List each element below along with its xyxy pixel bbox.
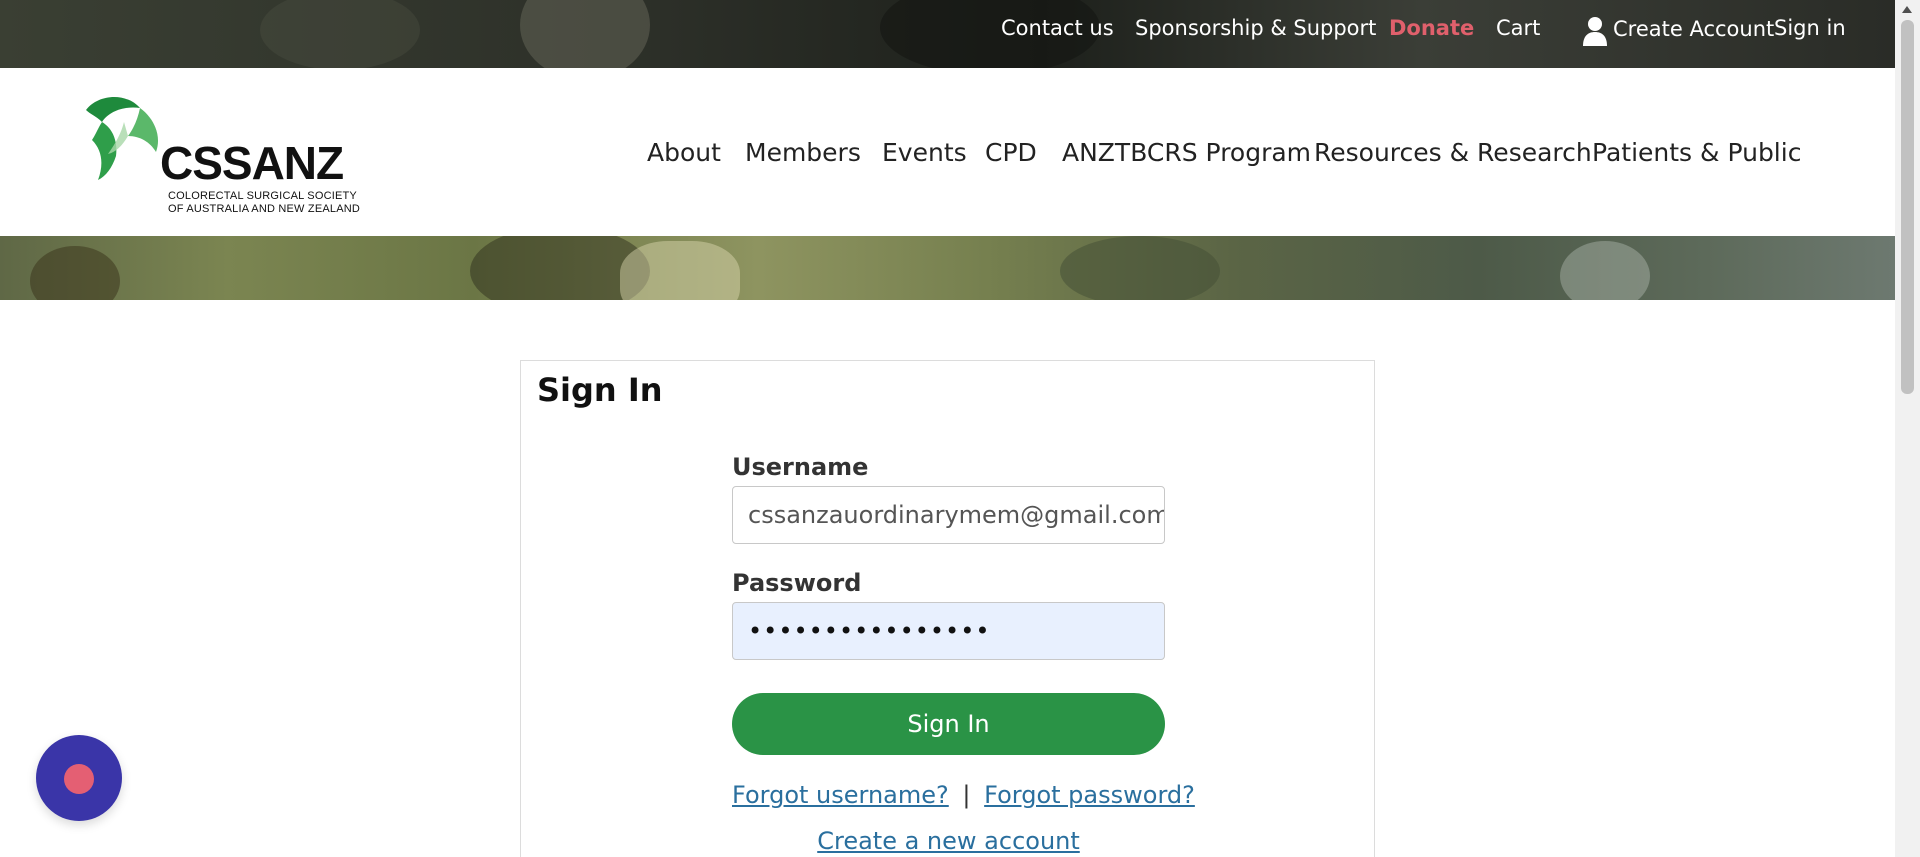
top-utility-bar: Contact us Sponsorship & Support Donate … xyxy=(0,0,1895,80)
nav-anztbcrs-program[interactable]: ANZTBCRS Program xyxy=(1062,138,1311,167)
chat-bubble-icon[interactable] xyxy=(36,735,122,821)
sign-in-button[interactable]: Sign In xyxy=(732,693,1165,755)
username-label: Username xyxy=(732,453,869,481)
nav-about[interactable]: About xyxy=(647,138,721,167)
nav-events[interactable]: Events xyxy=(882,138,967,167)
contact-us-link[interactable]: Contact us xyxy=(1001,16,1114,40)
cart-link[interactable]: Cart xyxy=(1496,16,1540,40)
links-separator: | xyxy=(962,781,971,809)
forgot-password-link[interactable]: Forgot password? xyxy=(984,781,1195,809)
password-label: Password xyxy=(732,569,862,597)
logo-mark-icon xyxy=(86,96,159,180)
sign-in-card: Sign In Username cssanzauordinarymem@gma… xyxy=(520,360,1375,857)
chat-status-dot xyxy=(64,764,94,794)
nav-resources-research[interactable]: Resources & Research xyxy=(1314,138,1592,167)
create-account-link[interactable]: Create Account xyxy=(1613,17,1774,41)
sign-in-link[interactable]: Sign in xyxy=(1774,16,1846,40)
banner-photo-shape xyxy=(1560,241,1650,300)
main-header: CSSANZ COLORECTAL SURGICAL SOCIETY OF AU… xyxy=(0,68,1895,236)
nav-members[interactable]: Members xyxy=(745,138,861,167)
create-new-account-link[interactable]: Create a new account xyxy=(817,827,1080,855)
banner-photo-shape xyxy=(620,241,740,300)
forgot-username-link[interactable]: Forgot username? xyxy=(732,781,949,809)
sign-in-title: Sign In xyxy=(537,371,663,409)
vertical-scrollbar[interactable] xyxy=(1895,0,1920,857)
create-account-row: Create a new account xyxy=(732,827,1165,855)
banner-photo-shape xyxy=(1060,236,1220,300)
logo-tagline-line2: OF AUSTRALIA AND NEW ZEALAND xyxy=(168,203,361,215)
logo-wordmark: CSSANZ xyxy=(160,137,344,189)
cssanz-logo[interactable]: CSSANZ COLORECTAL SURGICAL SOCIETY OF AU… xyxy=(78,92,360,222)
banner-photo-shape xyxy=(30,246,120,300)
donate-link[interactable]: Donate xyxy=(1389,16,1474,40)
username-input[interactable]: cssanzauordinarymem@gmail.com xyxy=(732,486,1165,544)
nav-patients-public[interactable]: Patients & Public xyxy=(1592,138,1801,167)
forgot-links-row: Forgot username? | Forgot password? xyxy=(732,781,1195,809)
scroll-up-arrow-icon[interactable] xyxy=(1902,6,1912,13)
scrollbar-thumb[interactable] xyxy=(1901,20,1914,394)
password-input[interactable]: •••••••••••••••• xyxy=(732,602,1165,660)
logo-tagline-line1: COLORECTAL SURGICAL SOCIETY xyxy=(168,190,357,202)
hero-banner xyxy=(0,236,1895,300)
sponsorship-support-link[interactable]: Sponsorship & Support xyxy=(1135,16,1376,40)
background-photo-shape xyxy=(260,0,420,70)
user-icon xyxy=(1583,17,1607,46)
nav-cpd[interactable]: CPD xyxy=(985,138,1037,167)
